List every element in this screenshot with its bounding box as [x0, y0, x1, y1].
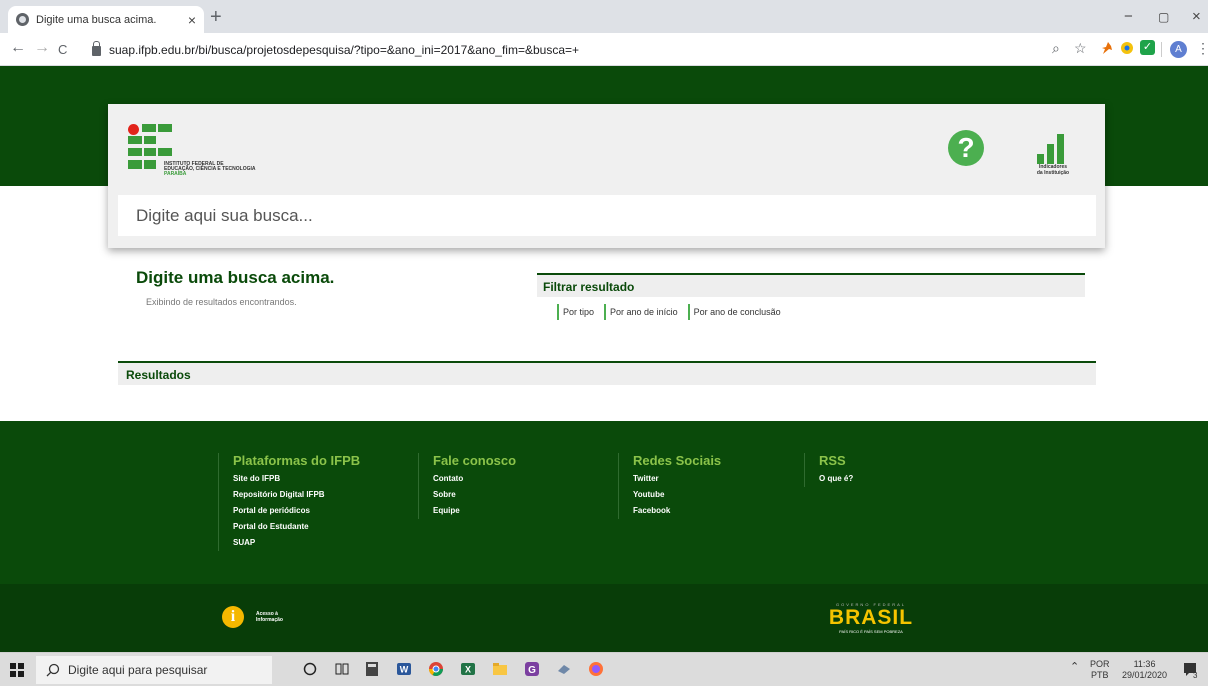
filter-title: Filtrar resultado [543, 280, 635, 294]
indicators-bar-icon [1037, 154, 1044, 164]
footer-link[interactable]: O que é? [819, 471, 853, 487]
search-icon [46, 663, 60, 677]
excel-icon[interactable]: X [460, 661, 476, 677]
footer-link[interactable]: Facebook [633, 503, 721, 519]
notification-count: 3 [1193, 671, 1198, 680]
footer-link[interactable]: Repositório Digital IFPB [233, 487, 360, 503]
access-to-information-label: Acesso à Informação [256, 611, 283, 623]
footer-link[interactable]: SUAP [233, 535, 360, 551]
footer-link[interactable]: Site do IFPB [233, 471, 360, 487]
zoom-icon[interactable]: ⌕ [1052, 40, 1060, 56]
footer-bottom: i Acesso à Informação GOVERNO FEDERAL BR… [0, 584, 1208, 652]
file-explorer-icon[interactable] [492, 661, 508, 677]
footer-column-social: Redes Sociais Twitter Youtube Facebook [618, 453, 721, 519]
footer-link[interactable]: Youtube [633, 487, 721, 503]
clock-date: 29/01/2020 [1122, 670, 1168, 680]
ifpb-logo[interactable]: INSTITUTO FEDERAL DE EDUCAÇÃO, CIÊNCIA E… [128, 124, 288, 180]
results-title: Resultados [126, 368, 191, 382]
reload-icon[interactable]: C [58, 42, 67, 58]
profile-avatar[interactable]: A [1170, 41, 1187, 58]
extension-check-icon[interactable]: ✓ [1140, 40, 1155, 55]
page-content: INSTITUTO FEDERAL DE EDUCAÇÃO, CIÊNCIA E… [0, 66, 1208, 652]
browser-toolbar: ← → C suap.ifpb.edu.br/bi/busca/projetos… [0, 33, 1208, 66]
footer-column-contact: Fale conosco Contato Sobre Equipe [418, 453, 516, 519]
footer-link[interactable]: Contato [433, 471, 516, 487]
footer-column-rss: RSS O que é? [804, 453, 853, 487]
new-tab-icon[interactable]: + [210, 7, 222, 27]
footer-link[interactable]: Equipe [433, 503, 516, 519]
firefox-icon[interactable] [588, 661, 604, 677]
chrome-icon[interactable] [428, 661, 444, 677]
taskbar-search-placeholder: Digite aqui para pesquisar [68, 663, 208, 677]
calculator-icon[interactable] [364, 661, 380, 677]
help-icon[interactable]: ? [948, 130, 984, 166]
audio-app-icon[interactable] [556, 661, 572, 677]
filter-by-type[interactable]: Por tipo [557, 304, 598, 320]
cortana-icon[interactable] [302, 661, 318, 677]
app-g-icon[interactable]: G [524, 661, 540, 677]
indicators-link[interactable]: Indicadores da Instituição [1028, 124, 1078, 184]
globe-icon [16, 13, 29, 26]
toolbar-divider [1161, 42, 1162, 57]
forward-icon[interactable]: → [34, 40, 50, 56]
browser-tab[interactable]: Digite uma busca acima. × [8, 6, 204, 33]
governo-federal-logo[interactable]: GOVERNO FEDERAL BRASIL PAÍS RICO É PAÍS … [818, 602, 924, 642]
extension-circle-icon[interactable] [1120, 41, 1134, 55]
browser-tab-strip: Digite uma busca acima. × + − ▢ × [0, 0, 1208, 33]
clock[interactable]: 11:36 29/01/2020 [1122, 659, 1167, 681]
address-bar[interactable]: suap.ifpb.edu.br/bi/busca/projetosdepesq… [92, 37, 1092, 62]
lock-icon [92, 40, 101, 56]
search-card: INSTITUTO FEDERAL DE EDUCAÇÃO, CIÊNCIA E… [108, 104, 1105, 248]
minimize-icon[interactable]: − [1124, 8, 1133, 25]
window-close-icon[interactable]: × [1192, 8, 1201, 25]
footer-links: Plataformas do IFPB Site do IFPB Reposit… [0, 421, 1208, 584]
extension-runner-icon[interactable] [1100, 41, 1114, 55]
footer-link[interactable]: Portal de periódicos [233, 503, 360, 519]
svg-text:G: G [528, 665, 536, 676]
footer-link[interactable]: Sobre [433, 487, 516, 503]
clock-time: 11:36 [1133, 659, 1156, 669]
bookmark-star-icon[interactable]: ☆ [1074, 40, 1087, 56]
footer-link[interactable]: Twitter [633, 471, 721, 487]
tab-close-icon[interactable]: × [188, 12, 196, 28]
taskbar-search[interactable]: Digite aqui para pesquisar [36, 656, 272, 684]
indicators-label: Indicadores da Instituição [1036, 164, 1070, 176]
svg-text:X: X [465, 665, 471, 675]
filter-options: Por tipo Por ano de início Por ano de co… [557, 304, 785, 320]
filter-by-end-year[interactable]: Por ano de conclusão [687, 304, 785, 320]
back-icon[interactable]: ← [10, 40, 26, 56]
search-input[interactable] [118, 195, 1096, 236]
results-summary: Exibindo de resultados encontrandos. [146, 297, 297, 307]
url-text: suap.ifpb.edu.br/bi/busca/projetosdepesq… [109, 42, 580, 57]
info-icon: i [222, 606, 244, 628]
task-view-icon[interactable] [334, 661, 350, 677]
svg-text:W: W [400, 665, 409, 675]
filter-panel-header: Filtrar resultado [537, 273, 1085, 297]
windows-taskbar: Digite aqui para pesquisar W X G ⌃ POR P… [0, 652, 1208, 686]
windows-start-icon[interactable] [10, 663, 24, 677]
language-indicator[interactable]: POR PTB [1090, 659, 1110, 681]
access-to-information-link[interactable]: i Acesso à Informação [222, 606, 283, 628]
maximize-icon[interactable]: ▢ [1158, 10, 1169, 24]
filter-by-start-year[interactable]: Por ano de início [604, 304, 682, 320]
browser-menu-icon[interactable]: ⋮ [1196, 40, 1208, 56]
page-heading: Digite uma busca acima. [136, 268, 335, 287]
tray-expand-icon[interactable]: ⌃ [1070, 662, 1079, 673]
logo-text: INSTITUTO FEDERAL DE EDUCAÇÃO, CIÊNCIA E… [164, 161, 256, 177]
tab-title: Digite uma busca acima. [36, 13, 157, 26]
logo-red-dot [128, 124, 139, 135]
footer-link[interactable]: Portal do Estudante [233, 519, 360, 535]
results-section: Resultados [118, 361, 1096, 385]
footer-column-platforms: Plataformas do IFPB Site do IFPB Reposit… [218, 453, 360, 551]
word-icon[interactable]: W [396, 661, 412, 677]
